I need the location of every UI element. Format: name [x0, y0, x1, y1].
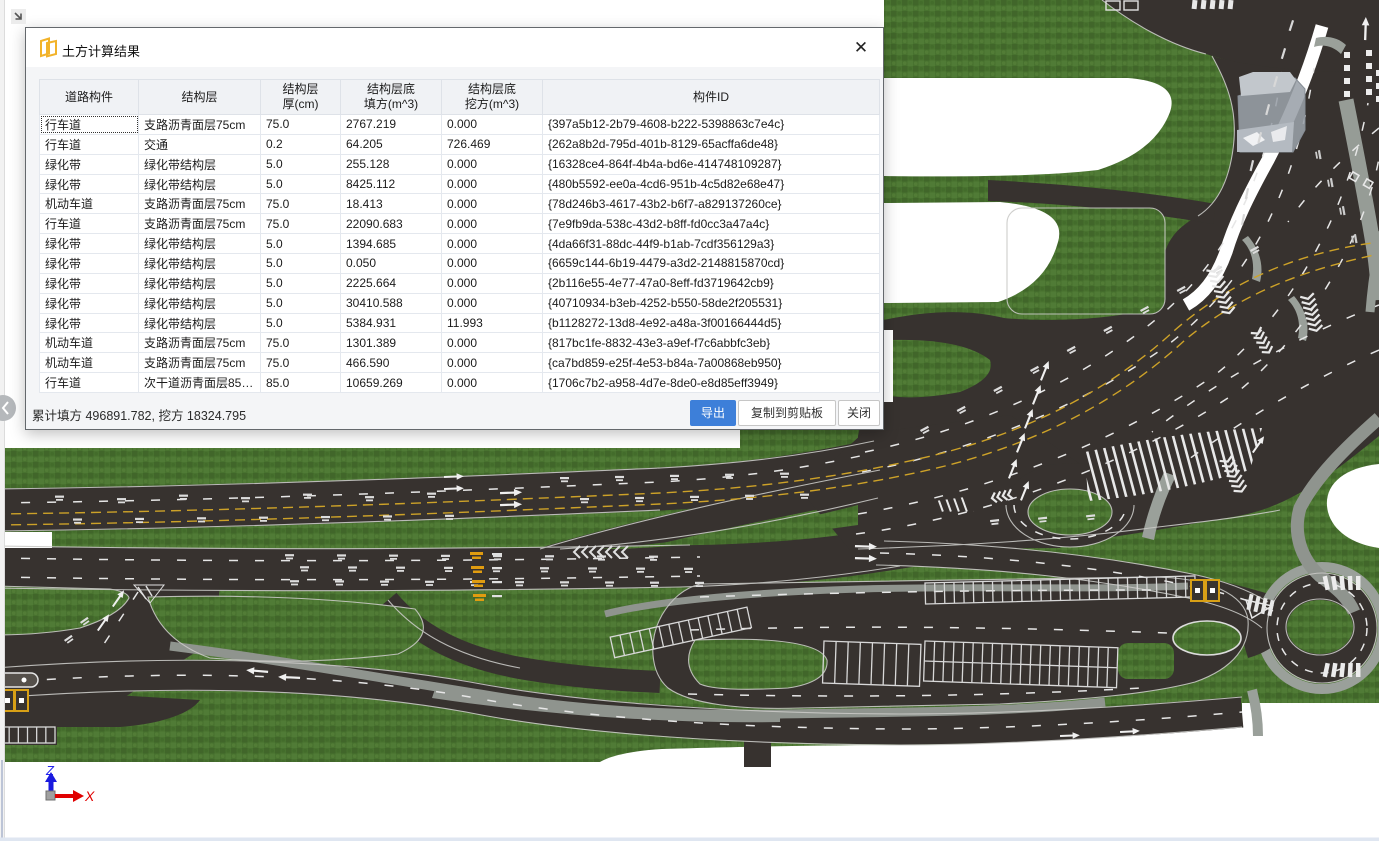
svg-text:X: X	[84, 788, 95, 804]
